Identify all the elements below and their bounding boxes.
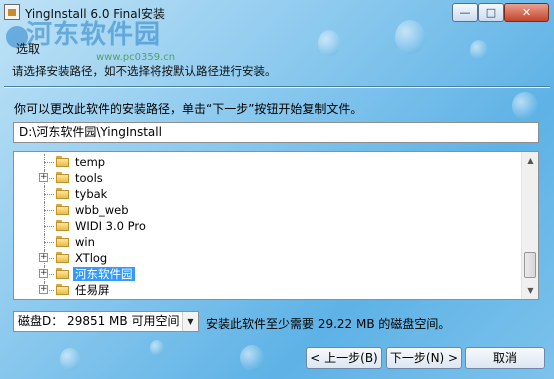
folder-tree[interactable]: temp + tools tybak wbb_web WIDI 3.0 Pro … <box>13 151 539 300</box>
water-drop-decoration <box>512 92 538 120</box>
chevron-down-icon[interactable]: ▼ <box>182 312 198 331</box>
page-title: 选取 <box>16 42 41 56</box>
tree-item-label: win <box>75 235 95 249</box>
tree-item-label: WIDI 3.0 Pro <box>75 219 146 233</box>
water-drop-decoration <box>240 345 264 371</box>
drive-select[interactable]: 磁盘D： 29851 MB 可用空间 ▼ <box>13 311 199 332</box>
required-space-note: 安装此软件至少需要 29.22 MB 的磁盘空间。 <box>206 317 451 331</box>
water-drop-decoration <box>318 30 340 56</box>
installer-icon <box>4 4 20 20</box>
page-subtitle: 请选择安装路径，如不选择将按默认路径进行安装。 <box>12 64 277 78</box>
watermark-text: 河东软件园 <box>26 20 162 50</box>
scroll-thumb[interactable] <box>524 252 536 278</box>
tree-item[interactable]: + tools <box>14 170 522 186</box>
folder-icon <box>56 204 69 215</box>
header-divider <box>4 86 550 88</box>
tree-item-label: tybak <box>75 187 108 201</box>
tree-item[interactable]: wbb_web <box>14 202 522 218</box>
tree-item[interactable]: + 任易屏 <box>14 282 522 298</box>
folder-icon <box>56 236 69 247</box>
watermark-url: www.pc0359.cn <box>96 52 176 63</box>
tree-item-label: tools <box>75 171 103 185</box>
maximize-button[interactable]: □ <box>478 3 504 22</box>
install-path-input[interactable]: D:\河东软件园\YingInstall <box>13 122 539 143</box>
plus-box-icon[interactable]: + <box>39 285 48 294</box>
cancel-button[interactable]: 取消 <box>465 347 545 369</box>
tree-item-label: XTlog <box>75 251 108 265</box>
next-button[interactable]: 下一步(N) > <box>386 347 462 369</box>
plus-box-icon[interactable]: + <box>39 173 48 182</box>
folder-icon <box>56 284 69 295</box>
folder-icon <box>56 156 69 167</box>
folder-icon <box>56 268 69 279</box>
tree-item[interactable]: WIDI 3.0 Pro <box>14 218 522 234</box>
tree-scrollbar[interactable]: ▲ ▼ <box>521 152 538 299</box>
tree-item[interactable]: + 河东软件园 <box>14 266 522 282</box>
scroll-down-icon[interactable]: ▼ <box>522 282 538 299</box>
tree-item[interactable]: win <box>14 234 522 250</box>
folder-icon <box>56 252 69 263</box>
tree-item-label: temp <box>75 155 106 169</box>
plus-box-icon[interactable]: + <box>39 253 48 262</box>
back-button[interactable]: < 上一步(B) <box>306 347 382 369</box>
water-drop-decoration <box>60 348 80 370</box>
tree-item[interactable]: temp <box>14 154 522 170</box>
drive-select-value: 磁盘D： 29851 MB 可用空间 <box>18 314 180 328</box>
water-drop-decoration <box>470 40 488 60</box>
folder-icon <box>56 220 69 231</box>
tree-item-label: 任易屏 <box>75 283 110 297</box>
water-drop-decoration <box>150 340 164 356</box>
tree-item[interactable]: + XTlog <box>14 250 522 266</box>
tree-item-label-selected: 河东软件园 <box>73 267 135 281</box>
plus-box-icon[interactable]: + <box>39 269 48 278</box>
close-button[interactable]: ✕ <box>504 3 549 22</box>
scroll-up-icon[interactable]: ▲ <box>522 152 538 169</box>
minimize-button[interactable]: — <box>452 3 478 22</box>
instruction-text: 你可以更改此软件的安装路径，单击“下一步”按钮开始复制文件。 <box>14 102 363 116</box>
tree-item[interactable]: tybak <box>14 186 522 202</box>
folder-icon <box>56 172 69 183</box>
folder-icon <box>56 188 69 199</box>
tree-item-label: wbb_web <box>75 203 129 217</box>
